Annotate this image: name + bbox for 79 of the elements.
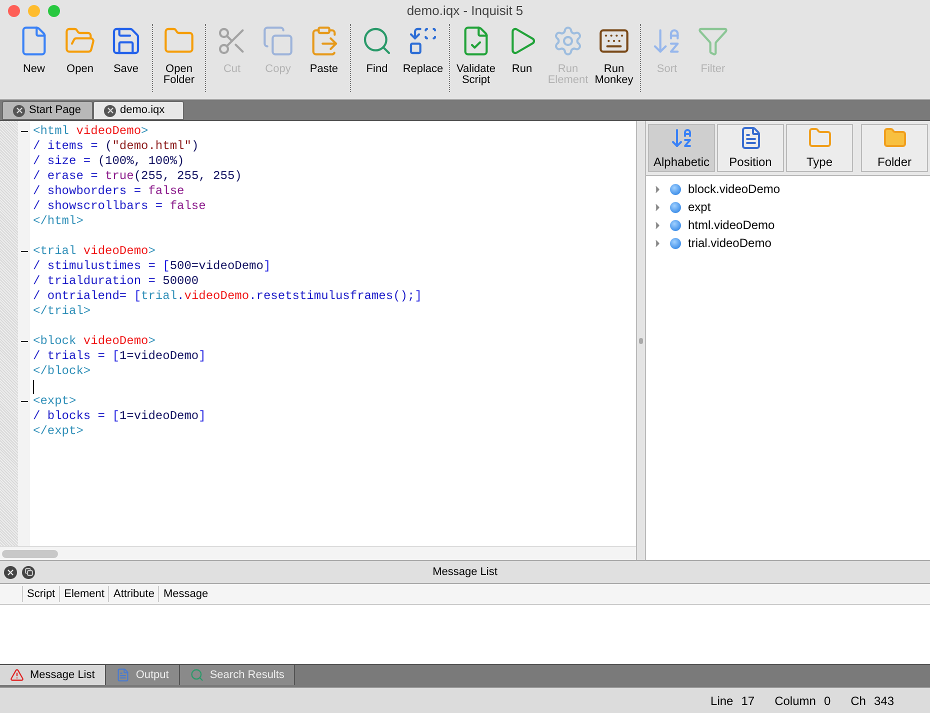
code-line: </html>	[33, 214, 84, 229]
search-icon	[361, 25, 393, 57]
close-icon	[6, 568, 15, 576]
tab-label: demo.iqx	[120, 103, 165, 118]
code-line: </expt>	[33, 424, 84, 439]
toolbar-button[interactable]: Run Monkey	[592, 24, 636, 86]
document-tab[interactable]: Start Page	[2, 101, 93, 120]
search-icon	[190, 668, 204, 682]
panel-tab[interactable]: Message List	[0, 665, 106, 685]
code-line: / stimulustimes = [500=videoDemo]	[33, 259, 271, 274]
tree-item[interactable]: trial.videoDemo	[646, 234, 930, 252]
code-line: / showscrollbars = false	[33, 199, 206, 214]
panel-title: Message List	[432, 564, 498, 580]
replace-icon	[407, 25, 439, 57]
copy-icon	[262, 25, 294, 57]
column-header[interactable]: Element	[59, 586, 108, 602]
column-header[interactable]: Script	[22, 586, 60, 602]
toolbar-button[interactable]: Validate Script	[454, 24, 498, 86]
document-tab[interactable]: demo.iqx	[93, 101, 184, 120]
code-line: <html videoDemo>	[33, 124, 148, 139]
fold-marker-icon[interactable]	[20, 251, 28, 252]
code-line: / ontrialend= [trial.videoDemo.resetstimulusframes();]	[33, 289, 422, 304]
close-icon	[106, 106, 114, 115]
code-line: / blocks = [1=videoDemo]	[33, 409, 206, 424]
status-value: 343	[874, 692, 894, 710]
toolbar-button[interactable]: New	[12, 24, 56, 75]
view-button[interactable]: Position	[717, 124, 784, 172]
zoom-window-button[interactable]	[48, 5, 60, 17]
toolbar-button[interactable]: Open Folder	[157, 24, 201, 86]
fold-marker-icon[interactable]	[20, 131, 28, 132]
status-value: 17	[741, 692, 755, 710]
toolbar-button[interactable]: Find	[355, 24, 399, 75]
fold-marker-icon[interactable]	[20, 341, 28, 342]
toolbar-button[interactable]: Run	[500, 24, 544, 75]
code-line: / erase = true(255, 255, 255)	[33, 169, 242, 184]
view-button[interactable]: Type	[786, 124, 853, 172]
warning-icon	[10, 668, 24, 682]
tree-item[interactable]: expt	[646, 198, 930, 216]
tree-item[interactable]: html.videoDemo	[646, 216, 930, 234]
horizontal-scrollbar[interactable]	[2, 550, 58, 558]
toolbar-button[interactable]: Save	[104, 24, 148, 75]
toolbar-button[interactable]: Paste	[302, 24, 346, 75]
splitter-handle[interactable]	[639, 338, 644, 344]
status-label: Line	[710, 692, 734, 710]
close-tab-button[interactable]	[13, 104, 25, 116]
code-line: </trial>	[33, 304, 91, 319]
status-label: Ch	[850, 692, 866, 710]
status-value: 0	[824, 692, 831, 710]
column-header[interactable]: Message	[158, 586, 212, 602]
tab-label: Start Page	[29, 103, 81, 118]
code-line: / trialduration = 50000	[33, 274, 199, 289]
view-button[interactable]: Alphabetic	[648, 124, 715, 172]
tree-item[interactable]: block.videoDemo	[646, 180, 930, 198]
code-line: / trials = [1=videoDemo]	[33, 349, 206, 364]
document-icon	[116, 668, 130, 682]
code-line: </block>	[33, 364, 91, 379]
close-tab-button[interactable]	[104, 104, 116, 116]
code-line: / showborders = false	[33, 184, 184, 199]
close-panel-button[interactable]	[4, 566, 17, 578]
toolbar-button[interactable]: Replace	[401, 24, 445, 75]
toolbar-button[interactable]: Open	[58, 24, 102, 75]
folder-button[interactable]: Folder	[861, 124, 928, 172]
code-line: <expt>	[33, 394, 76, 409]
column-header[interactable]: Attribute	[108, 586, 158, 602]
code-line: / size = (100%, 100%)	[33, 154, 184, 169]
filter-icon	[697, 25, 729, 57]
close-window-button[interactable]	[8, 5, 20, 17]
fold-marker-icon[interactable]	[20, 401, 28, 402]
status-label: Column	[774, 692, 816, 710]
float-panel-button[interactable]	[22, 566, 35, 578]
window-title: demo.iqx - Inquisit 5	[406, 2, 524, 20]
folder-icon	[808, 126, 832, 150]
close-icon	[14, 106, 24, 115]
code-line: / items = ("demo.html")	[33, 139, 199, 154]
folder-icon	[882, 126, 906, 150]
code-line: <trial videoDemo>	[33, 244, 156, 259]
code-line: <block videoDemo>	[33, 334, 156, 349]
gear-icon	[552, 25, 584, 57]
windows-icon	[24, 568, 32, 576]
